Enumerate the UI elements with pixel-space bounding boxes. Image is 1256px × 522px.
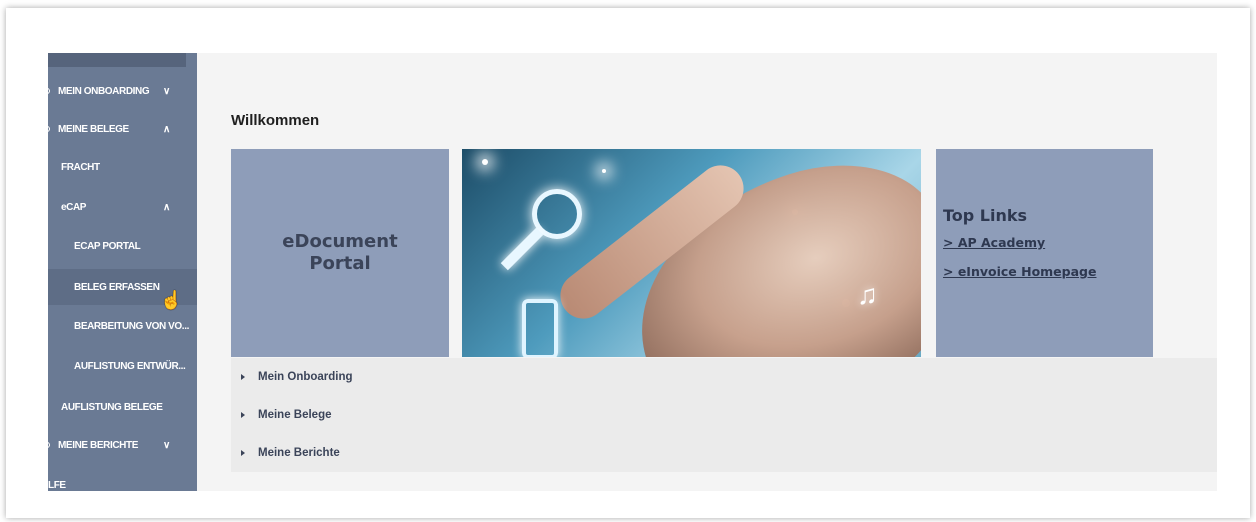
sidebar-item-label: AUFLISTUNG BELEGE bbox=[61, 401, 163, 413]
top-links-tile: Top Links > AP Academy > eInvoice Homepa… bbox=[936, 149, 1153, 357]
sidebar-item-bearbeitung[interactable]: BEARBEITUNG VON VO... bbox=[48, 308, 197, 344]
sidebar: MEIN ONBOARDING ∨ MEINE BELEGE ∧ FRACHT … bbox=[48, 53, 197, 491]
sidebar-item-label: LFE bbox=[48, 479, 66, 491]
chevron-down-icon: ∨ bbox=[163, 439, 170, 451]
sidebar-item-label: MEIN ONBOARDING bbox=[58, 85, 150, 97]
magnifier-handle-icon bbox=[500, 227, 544, 271]
glow-dot bbox=[602, 169, 606, 173]
edocument-portal-tile[interactable]: eDocument Portal bbox=[231, 149, 449, 357]
accordion-item-mein-onboarding[interactable]: Mein Onboarding bbox=[231, 358, 1217, 396]
sidebar-item-label: MEINE BELEGE bbox=[58, 123, 129, 135]
sidebar-item-auflistung-belege[interactable]: AUFLISTUNG BELEGE bbox=[48, 389, 197, 425]
sidebar-item-label: FRACHT bbox=[61, 161, 100, 173]
caret-right-icon bbox=[241, 374, 245, 380]
sidebar-item-meine-belege[interactable]: MEINE BELEGE ∧ bbox=[48, 111, 197, 147]
sidebar-item-auflistung-entwuerfe[interactable]: AUFLISTUNG ENTWÜR... bbox=[48, 348, 197, 384]
main-content: Willkommen eDocument Portal ♫ Top Links … bbox=[197, 53, 1217, 491]
caret-right-icon bbox=[241, 450, 245, 456]
accordion-item-meine-belege[interactable]: Meine Belege bbox=[231, 396, 1217, 434]
sidebar-item-label: MEINE BERICHTE bbox=[58, 439, 138, 451]
link-einvoice-homepage[interactable]: > eInvoice Homepage bbox=[943, 264, 1153, 279]
glow-dot bbox=[482, 159, 488, 165]
sidebar-item-hilfe[interactable]: LFE bbox=[48, 467, 197, 491]
sidebar-item-label: AUFLISTUNG ENTWÜR... bbox=[74, 360, 186, 372]
accordion-label: Meine Belege bbox=[258, 409, 332, 421]
portal-tile-line1: eDocument bbox=[282, 231, 398, 252]
accordion-label: Meine Berichte bbox=[258, 447, 340, 459]
sidebar-item-label: BELEG ERFASSEN bbox=[74, 281, 160, 293]
chevron-up-icon: ∧ bbox=[163, 123, 170, 135]
sidebar-topbar bbox=[48, 53, 186, 67]
hand-cursor-icon: ☝ bbox=[160, 290, 183, 310]
sidebar-item-fracht[interactable]: FRACHT bbox=[48, 149, 197, 185]
bullet-icon bbox=[48, 126, 50, 132]
sidebar-item-ecap[interactable]: eCAP ∧ bbox=[48, 189, 197, 225]
bullet-icon bbox=[48, 88, 50, 94]
page-title: Willkommen bbox=[231, 112, 320, 129]
phone-icon bbox=[522, 299, 558, 357]
chevron-up-icon: ∧ bbox=[163, 201, 170, 213]
hero-image: ♫ bbox=[462, 149, 921, 357]
caret-right-icon bbox=[241, 412, 245, 418]
portal-tile-line2: Portal bbox=[309, 253, 371, 274]
sidebar-item-label: ECAP PORTAL bbox=[74, 240, 141, 252]
sidebar-item-ecap-portal[interactable]: ECAP PORTAL bbox=[48, 228, 197, 264]
sidebar-item-meine-berichte[interactable]: MEINE BERICHTE ∨ bbox=[48, 427, 197, 463]
sidebar-item-label: BEARBEITUNG VON VO... bbox=[74, 320, 189, 332]
bullet-icon bbox=[48, 442, 50, 448]
link-ap-academy[interactable]: > AP Academy bbox=[943, 235, 1153, 250]
accordion-label: Mein Onboarding bbox=[258, 371, 353, 383]
sidebar-item-label: eCAP bbox=[61, 201, 87, 213]
accordion: Mein Onboarding Meine Belege Meine Beric… bbox=[231, 358, 1217, 472]
music-note-icon: ♫ bbox=[857, 279, 878, 310]
chevron-down-icon: ∨ bbox=[163, 85, 170, 97]
accordion-item-meine-berichte[interactable]: Meine Berichte bbox=[231, 434, 1217, 472]
sidebar-item-mein-onboarding[interactable]: MEIN ONBOARDING ∨ bbox=[48, 73, 197, 109]
top-links-heading: Top Links bbox=[943, 206, 1028, 225]
